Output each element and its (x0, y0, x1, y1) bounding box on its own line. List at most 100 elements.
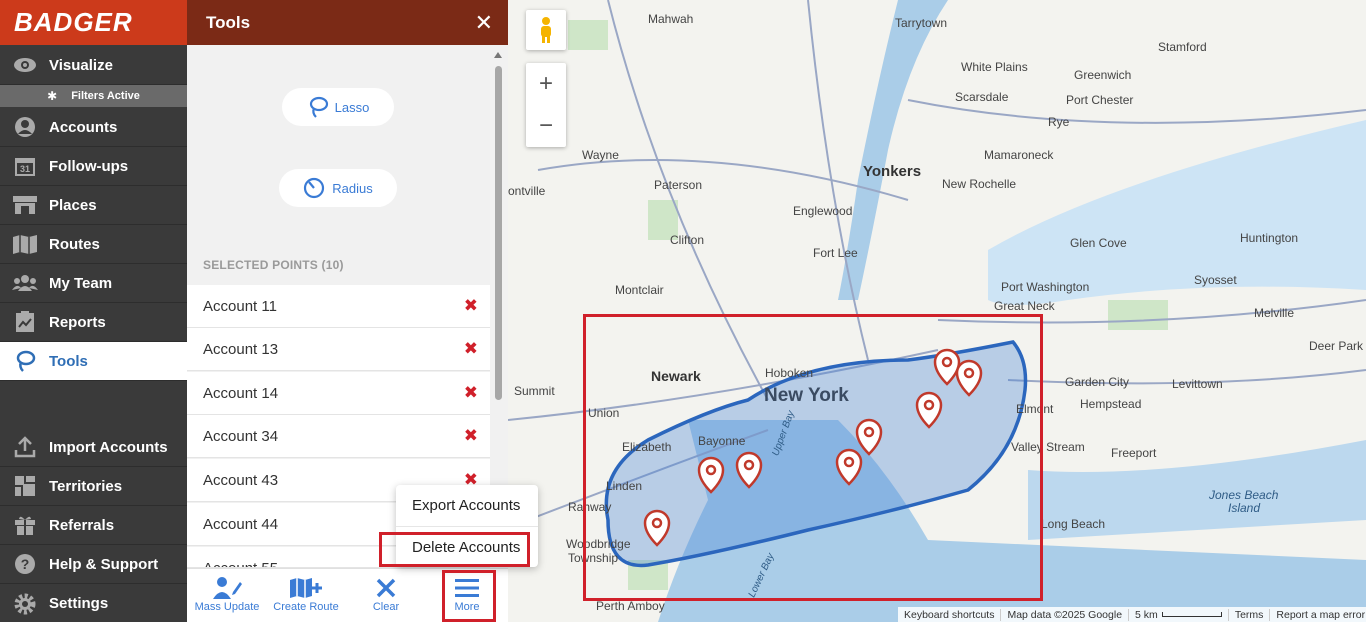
nav-item-label: Referrals (49, 516, 115, 534)
map-label: Yonkers (863, 163, 922, 180)
gear-icon (12, 593, 38, 615)
zoom-out-button[interactable]: − (526, 105, 566, 147)
account-name: Account 44 (203, 515, 279, 533)
map-label: New Rochelle (942, 177, 1017, 191)
nav-item-follow-ups[interactable]: 31 Follow-ups (0, 147, 187, 186)
map-label: White Plains (961, 60, 1028, 74)
list-item[interactable]: Account 13 ✖ (187, 328, 490, 371)
lasso-icon (12, 350, 38, 372)
report-icon (12, 311, 38, 333)
scrollbar-thumb[interactable] (495, 66, 502, 400)
mass-update-button[interactable]: Mass Update (187, 575, 267, 613)
remove-icon[interactable]: ✖ (464, 339, 478, 359)
map-label: Hempstead (1080, 397, 1142, 411)
nav-item-accounts[interactable]: Accounts (0, 108, 187, 147)
account-name: Account 11 (203, 297, 277, 315)
map-footer: Keyboard shortcuts Map data ©2025 Google… (898, 607, 1366, 622)
terms-link[interactable]: Terms (1227, 608, 1270, 621)
remove-icon[interactable]: ✖ (464, 426, 478, 446)
close-icon[interactable]: ✕ (475, 11, 493, 34)
map-label: Port Washington (1001, 280, 1090, 294)
gift-icon (12, 514, 38, 536)
clear-button[interactable]: Clear (346, 575, 426, 613)
map-scale[interactable]: 5 km (1128, 608, 1228, 621)
map-label: Perth Amboy (596, 599, 665, 613)
store-icon (12, 194, 38, 216)
nav-item-label: Places (49, 196, 97, 214)
nav-item-my-team[interactable]: My Team (0, 264, 187, 303)
map-label: Garden City (1065, 375, 1130, 389)
nav-item-import-accounts[interactable]: Import Accounts (0, 428, 187, 467)
snowflake-icon: ✱ (47, 89, 58, 103)
upload-icon (12, 436, 38, 458)
list-item[interactable]: Account 11 ✖ (187, 285, 490, 328)
map-label: Tarrytown (895, 16, 948, 30)
map-label: Rye (1048, 115, 1070, 129)
map-label: Englewood (793, 204, 853, 218)
zoom-control: + − (526, 63, 566, 147)
remove-icon[interactable]: ✖ (464, 383, 478, 403)
create-route-button[interactable]: Create Route (266, 575, 346, 613)
nav-item-territories[interactable]: Territories (0, 467, 187, 506)
nav-item-places[interactable]: Places (0, 186, 187, 225)
map-label: Deer Park (1309, 339, 1364, 353)
calendar-icon: 31 (12, 155, 38, 177)
nav-item-label: Reports (49, 313, 106, 331)
street-view-pegman[interactable] (526, 10, 566, 50)
zoom-in-button[interactable]: + (526, 63, 566, 105)
map-label: Melville (1254, 306, 1295, 320)
nav-item-label: Tools (49, 352, 88, 370)
map-label: Summit (514, 384, 555, 398)
nav-item-label: Follow-ups (49, 157, 129, 175)
nav-item-visualize[interactable]: Visualize (0, 46, 187, 85)
lasso-button[interactable]: Lasso (282, 88, 394, 126)
eye-icon (12, 54, 38, 76)
map-label: Stamford (1158, 40, 1207, 54)
nav-item-label: Import Accounts (49, 438, 168, 456)
map-label: Mamaroneck (984, 148, 1054, 162)
map-label: Port Chester (1066, 93, 1134, 107)
radius-icon (303, 177, 325, 199)
svg-text:31: 31 (20, 164, 30, 174)
map-label: Jones Beach (1209, 488, 1279, 502)
team-icon (12, 272, 38, 294)
map-label: Mahwah (648, 12, 694, 26)
nav-item-reports[interactable]: Reports (0, 303, 187, 342)
selected-points-label: SELECTED POINTS (10) (203, 258, 344, 272)
account-name: Account 55 (203, 560, 278, 567)
user-icon (12, 116, 38, 138)
nav-item-label: Accounts (49, 118, 118, 136)
nav-item-help-support[interactable]: ? Help & Support (0, 545, 187, 584)
lasso-icon (307, 96, 329, 118)
map-label: Glen Cove (1070, 236, 1127, 250)
nav-item-label: Territories (49, 477, 123, 495)
map-label: Long Beach (1041, 517, 1106, 531)
account-name: Account 13 (203, 340, 279, 358)
nav-item-label: My Team (49, 274, 113, 292)
badger-logo[interactable]: BADGER (0, 0, 187, 45)
nav-item-settings[interactable]: Settings (0, 584, 187, 622)
list-item[interactable]: Account 34 ✖ (187, 415, 490, 458)
filters-active-badge[interactable]: ✱ Filters Active (0, 85, 187, 107)
nav-item-referrals[interactable]: Referrals (0, 506, 187, 545)
map-label: ontville (508, 184, 546, 198)
user-edit-icon (187, 575, 267, 601)
x-icon (346, 575, 426, 601)
keyboard-shortcuts-link[interactable]: Keyboard shortcuts (898, 609, 1000, 621)
remove-icon[interactable]: ✖ (464, 296, 478, 316)
nav-item-routes[interactable]: Routes (0, 225, 187, 264)
nav-item-label: Visualize (49, 56, 113, 74)
map-label: Greenwich (1074, 68, 1132, 82)
radius-button[interactable]: Radius (279, 169, 397, 207)
nav-item-tools[interactable]: Tools (0, 342, 187, 381)
account-name: Account 34 (203, 427, 279, 445)
map-label: Freeport (1111, 446, 1157, 460)
main-nav: BADGER Visualize ✱ Filters Active Accoun… (0, 0, 187, 622)
export-accounts-item[interactable]: Export Accounts (412, 497, 520, 514)
list-item[interactable]: Account 14 ✖ (187, 372, 490, 415)
delete-highlight-box (379, 532, 530, 567)
nav-item-label: Routes (49, 235, 100, 253)
nav-item-label: Settings (49, 595, 109, 612)
map-label: Island (1228, 501, 1261, 515)
report-map-error-link[interactable]: Report a map error (1269, 608, 1366, 621)
